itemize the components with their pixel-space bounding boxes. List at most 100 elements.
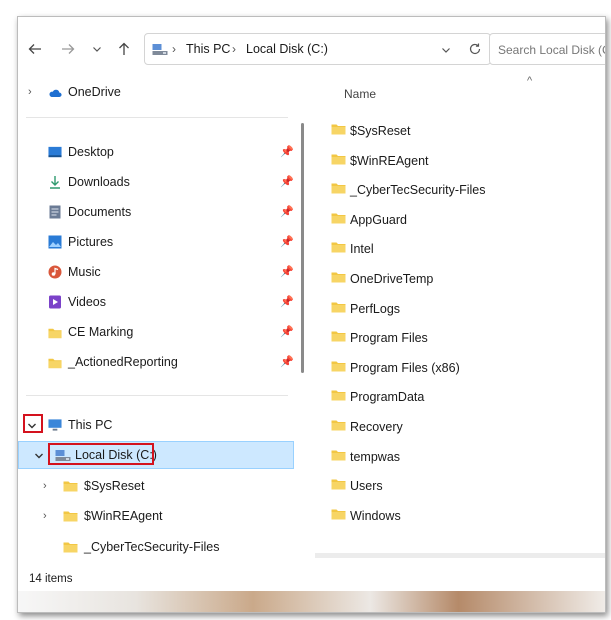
nav-item-pictures[interactable]: Pictures 📌 bbox=[18, 227, 296, 257]
recent-locations-button[interactable] bbox=[86, 38, 108, 60]
videos-icon bbox=[49, 295, 61, 309]
folder-icon bbox=[331, 361, 346, 372]
folder-icon bbox=[331, 213, 346, 224]
nav-item-label: Documents bbox=[68, 205, 132, 219]
nav-item-this-pc[interactable]: This PC bbox=[18, 410, 296, 440]
folder-icon bbox=[331, 331, 346, 342]
nav-item-actioned-reporting[interactable]: _ActionedReporting 📌 bbox=[18, 347, 296, 377]
highlight-box-local-disk bbox=[48, 443, 154, 465]
up-button[interactable] bbox=[113, 38, 135, 60]
navigation-bar: › This PC › Local Disk (C:) Search Local… bbox=[18, 32, 605, 66]
nav-item-desktop[interactable]: Desktop 📌 bbox=[18, 137, 296, 167]
forward-button[interactable] bbox=[57, 38, 79, 60]
breadcrumb-separator-icon: › bbox=[172, 42, 176, 56]
column-header-name[interactable]: Name bbox=[344, 87, 376, 101]
pin-icon[interactable]: 📌 bbox=[280, 205, 294, 218]
nav-item-downloads[interactable]: Downloads 📌 bbox=[18, 167, 296, 197]
refresh-icon[interactable] bbox=[468, 42, 482, 56]
folder-icon bbox=[331, 509, 346, 520]
desktop-icon bbox=[48, 146, 62, 158]
file-name: Recovery bbox=[350, 420, 403, 434]
pictures-icon bbox=[48, 235, 62, 249]
sort-ascending-icon: ^ bbox=[527, 75, 533, 87]
nav-item-label: CE Marking bbox=[68, 325, 134, 339]
folder-icon bbox=[63, 511, 78, 522]
pin-icon[interactable]: 📌 bbox=[280, 325, 294, 338]
file-name: tempwas bbox=[350, 449, 401, 464]
folder-icon bbox=[331, 390, 346, 401]
pin-icon[interactable]: 📌 bbox=[280, 235, 294, 248]
desktop-background-strip bbox=[18, 591, 605, 612]
back-arrow-icon bbox=[28, 44, 41, 54]
folder-icon bbox=[331, 479, 346, 490]
nav-item-ce-marking[interactable]: CE Marking 📌 bbox=[18, 317, 296, 347]
pin-icon[interactable]: 📌 bbox=[280, 175, 294, 188]
file-name: $WinREAgent bbox=[350, 153, 429, 168]
file-name: Program Files (x86) bbox=[350, 360, 460, 375]
nav-item-onedrive[interactable]: › OneDrive bbox=[18, 77, 296, 107]
folder-icon bbox=[331, 272, 346, 283]
nav-item-label: Music bbox=[68, 265, 101, 279]
nav-item-label: $SysReset bbox=[84, 479, 145, 493]
file-name: $SysReset bbox=[350, 124, 411, 138]
nav-item-label: Downloads bbox=[68, 175, 130, 189]
folder-icon bbox=[63, 542, 78, 553]
nav-item-winreagent[interactable]: › $WinREAgent bbox=[18, 501, 296, 531]
nav-item-sysreset[interactable]: › $SysReset bbox=[18, 471, 296, 501]
chevron-right-icon[interactable]: › bbox=[28, 86, 32, 98]
explorer-window-frame: › This PC › Local Disk (C:) Search Local… bbox=[17, 16, 606, 613]
breadcrumb-local-disk[interactable]: Local Disk (C:) bbox=[246, 42, 328, 56]
folder-icon bbox=[331, 450, 346, 461]
document-icon bbox=[49, 205, 61, 219]
back-button[interactable] bbox=[24, 38, 46, 60]
file-name: ProgramData bbox=[350, 390, 425, 405]
folder-icon bbox=[331, 242, 346, 253]
file-list: ^ Name $SysReset $WinREAgent _CyberTecSecu… bbox=[313, 75, 605, 557]
nav-item-label: Pictures bbox=[68, 235, 114, 249]
file-list-horizontal-scrollbar[interactable] bbox=[315, 553, 605, 558]
chevron-right-icon[interactable]: › bbox=[43, 510, 47, 522]
nav-pane-scroll-thumb[interactable] bbox=[301, 123, 304, 373]
folder-icon bbox=[331, 183, 346, 194]
nav-item-videos[interactable]: Videos 📌 bbox=[18, 287, 296, 317]
chevron-right-icon[interactable]: › bbox=[43, 480, 47, 492]
screenshot-frame: › This PC › Local Disk (C:) Search Local… bbox=[0, 0, 611, 620]
breadcrumb-this-pc[interactable]: This PC bbox=[186, 42, 230, 56]
file-name: AppGuard bbox=[350, 212, 407, 227]
cloud-icon bbox=[49, 89, 62, 97]
nav-item-cybertec[interactable]: _CyberTecSecurity-Files bbox=[18, 532, 296, 562]
address-bar[interactable]: › This PC › Local Disk (C:) bbox=[144, 33, 491, 65]
folder-icon bbox=[48, 358, 62, 369]
chevron-down-icon[interactable] bbox=[34, 451, 44, 461]
highlight-box-this-pc-expand bbox=[23, 414, 43, 433]
search-box[interactable]: Search Local Disk (C:) bbox=[489, 33, 605, 65]
computer-icon bbox=[48, 419, 62, 431]
nav-item-label: OneDrive bbox=[68, 85, 121, 99]
pin-icon[interactable]: 📌 bbox=[280, 145, 294, 158]
nav-item-label: Videos bbox=[68, 295, 106, 309]
folder-icon bbox=[331, 302, 346, 313]
download-icon bbox=[50, 176, 60, 189]
chevron-down-icon bbox=[93, 47, 101, 52]
file-name: Program Files bbox=[350, 331, 428, 346]
navigation-pane: › OneDrive Desktop 📌 Downloads 📌 Documen… bbox=[18, 77, 296, 572]
pin-icon[interactable]: 📌 bbox=[280, 295, 294, 308]
pane-divider bbox=[26, 117, 288, 118]
breadcrumb-separator-icon: › bbox=[232, 42, 236, 56]
up-arrow-icon bbox=[119, 42, 129, 55]
file-name: PerfLogs bbox=[350, 301, 401, 316]
nav-item-documents[interactable]: Documents 📌 bbox=[18, 197, 296, 227]
music-icon bbox=[48, 265, 62, 279]
nav-item-label: _CyberTecSecurity-Files bbox=[84, 540, 220, 554]
pin-icon[interactable]: 📌 bbox=[280, 265, 294, 278]
address-history-chevron-icon[interactable] bbox=[441, 45, 451, 55]
nav-item-label: $WinREAgent bbox=[84, 509, 163, 523]
pin-icon[interactable]: 📌 bbox=[280, 355, 294, 368]
folder-icon bbox=[331, 420, 346, 431]
folder-icon bbox=[331, 154, 346, 165]
nav-item-music[interactable]: Music 📌 bbox=[18, 257, 296, 287]
drive-icon bbox=[152, 44, 168, 55]
folder-icon bbox=[331, 124, 346, 135]
search-placeholder: Search Local Disk (C:) bbox=[498, 43, 605, 57]
file-name: _CyberTecSecurity-Files bbox=[350, 183, 486, 198]
